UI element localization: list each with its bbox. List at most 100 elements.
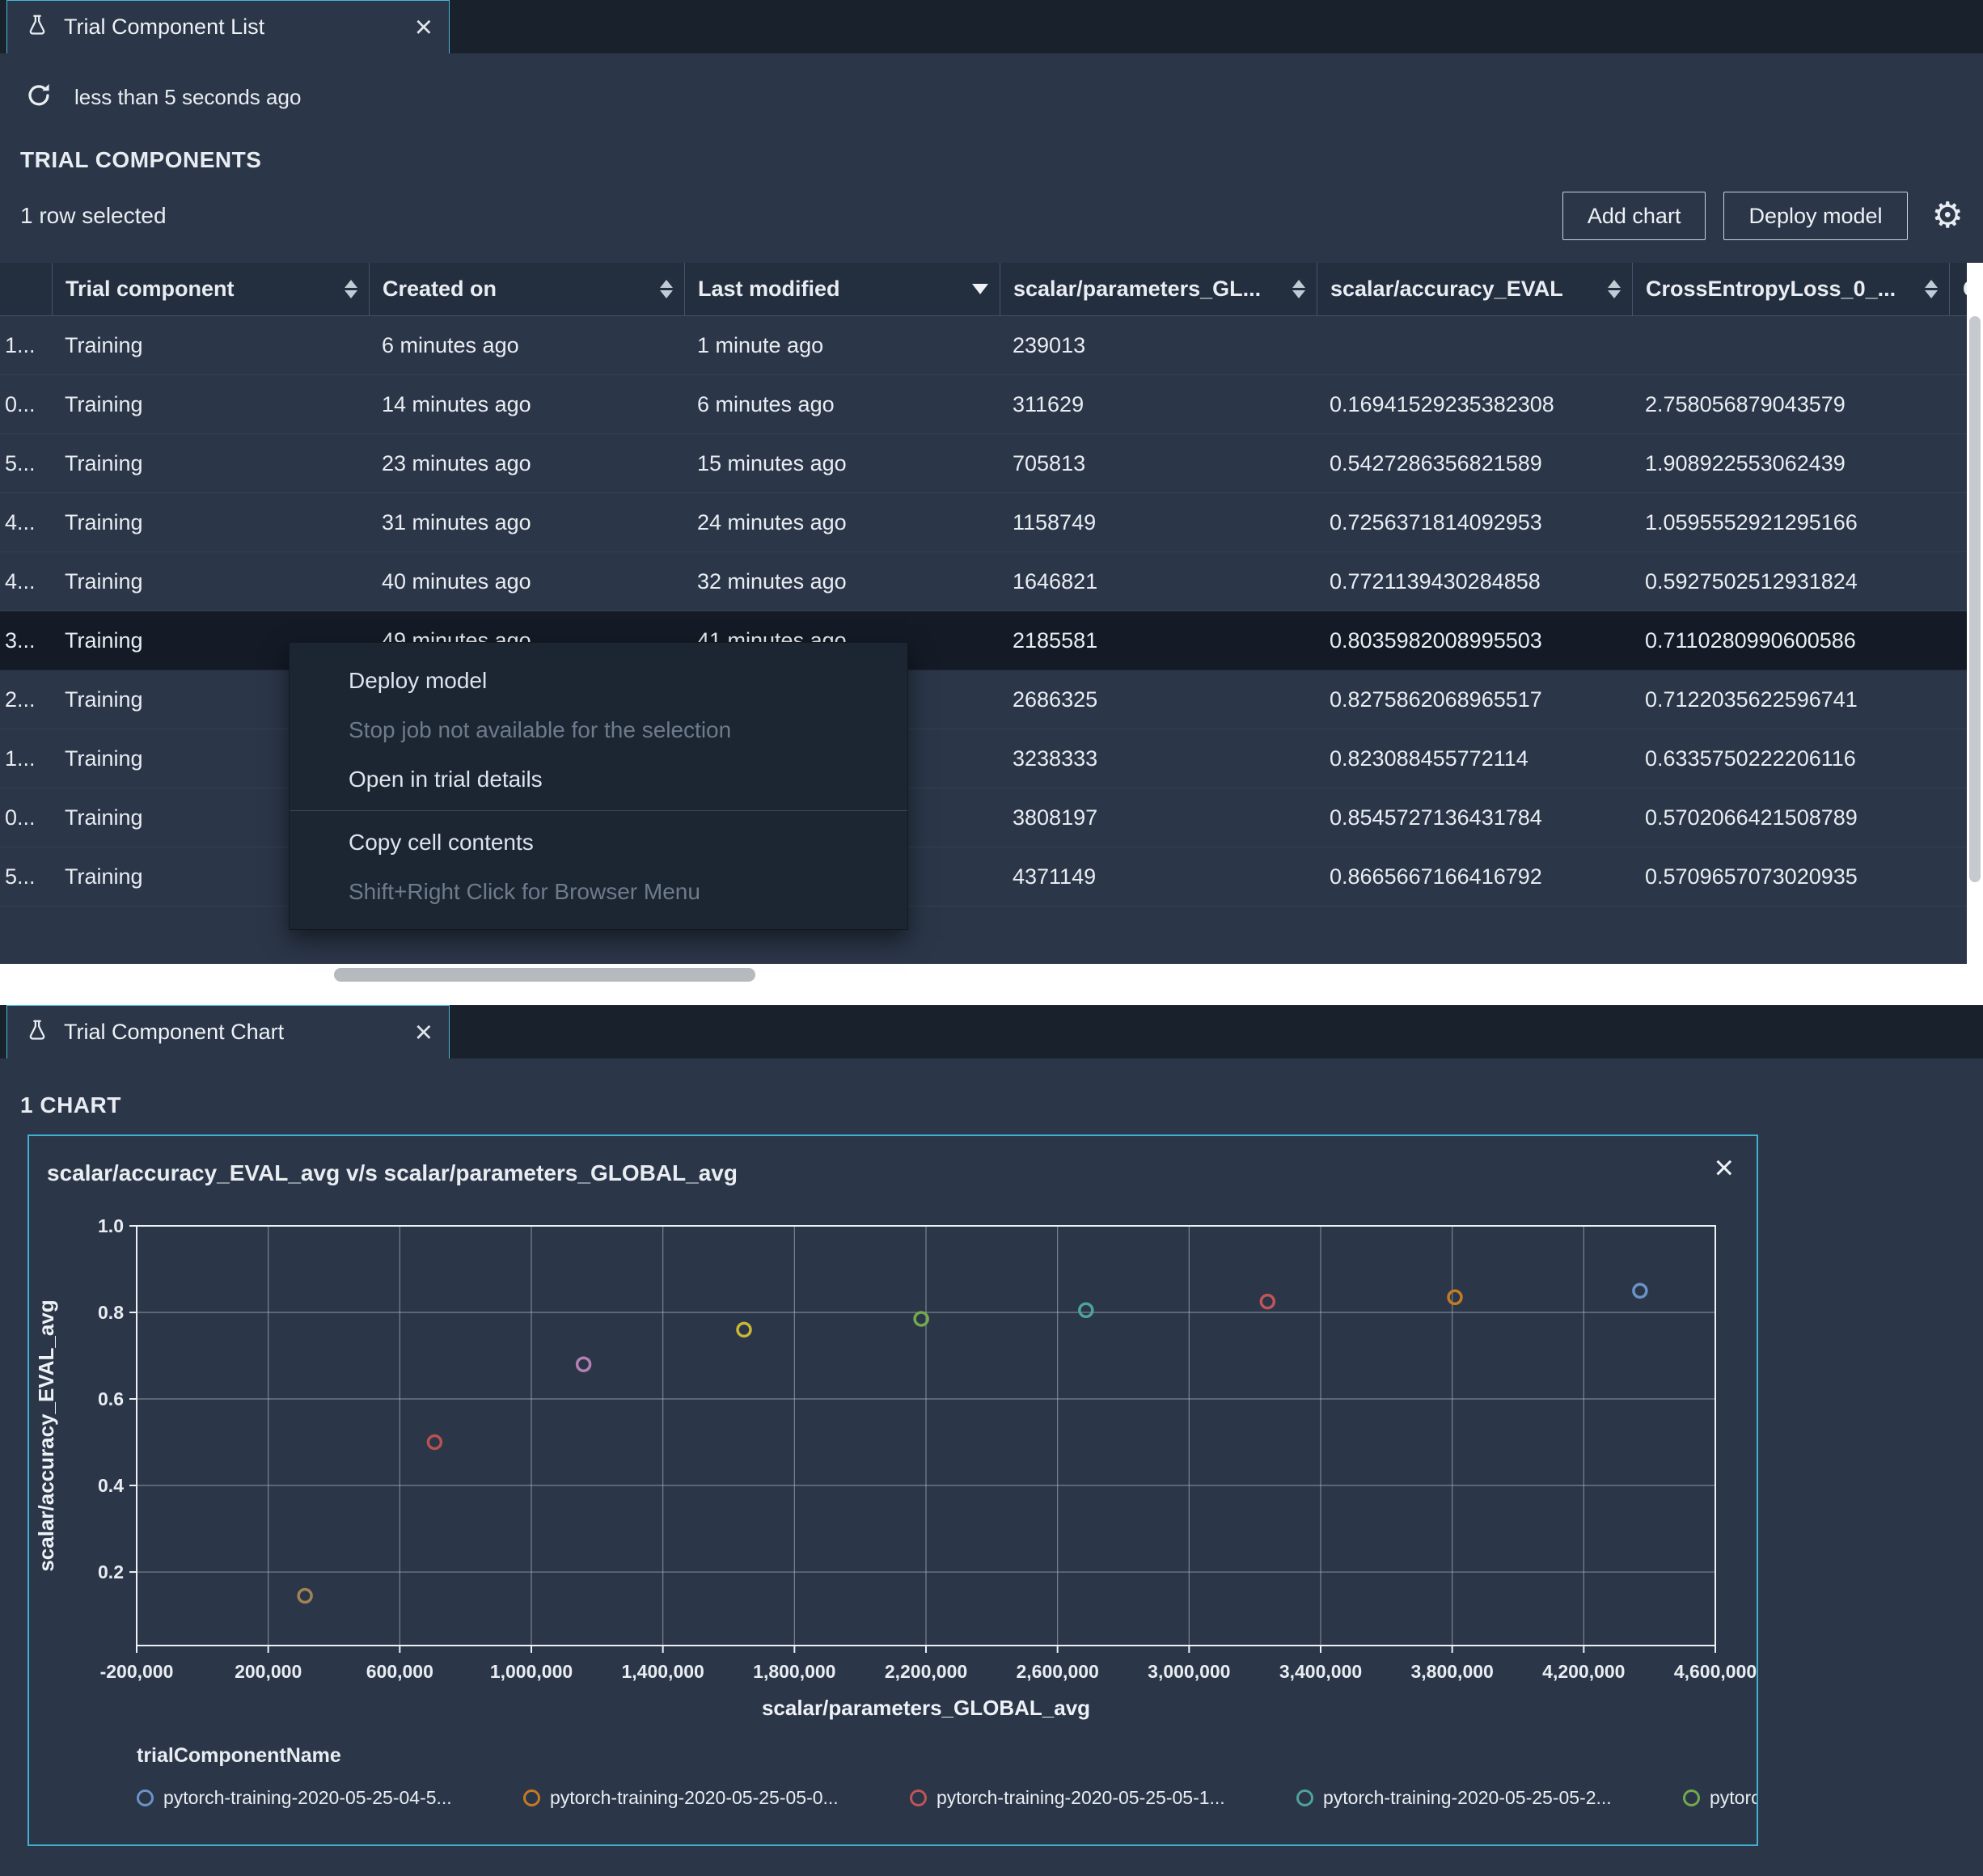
svg-text:4,200,000: 4,200,000 bbox=[1542, 1661, 1625, 1682]
column-header-4[interactable]: scalar/parameters_GL... bbox=[1000, 263, 1317, 315]
cell-extra bbox=[1949, 670, 1967, 729]
column-header-label: CrossEntropyLoss_0_... bbox=[1646, 277, 1896, 301]
legend-item[interactable]: pytorch-training-2020-05-25-... bbox=[1683, 1783, 1757, 1812]
cell-fragment: 5... bbox=[5, 864, 36, 889]
legend-item[interactable]: pytorch-training-2020-05-25-04-5... bbox=[137, 1783, 523, 1812]
cell-parameters: 1158749 bbox=[1013, 509, 1097, 534]
column-header-label: Created on bbox=[383, 277, 497, 301]
column-header-3[interactable]: Last modified bbox=[684, 263, 1000, 315]
svg-text:3,000,000: 3,000,000 bbox=[1148, 1661, 1230, 1682]
cell-last_modified: 1 minute ago bbox=[697, 332, 824, 357]
table-row[interactable]: 0... Training 14 minutes ago 6 minutes ago 3… bbox=[0, 375, 1967, 434]
cell-cross_entropy: 1.0595552921295166 bbox=[1645, 509, 1858, 534]
menu-divider bbox=[290, 810, 907, 811]
legend-item[interactable]: pytorch-training-2020-05-25-05-0... bbox=[523, 1783, 910, 1812]
sort-icon[interactable] bbox=[1925, 280, 1938, 298]
close-icon[interactable]: × bbox=[415, 12, 433, 43]
tab-trial-component-list[interactable]: Trial Component List × bbox=[6, 0, 450, 53]
svg-text:scalar/accuracy_EVAL_avg: scalar/accuracy_EVAL_avg bbox=[34, 1299, 58, 1571]
menu-item: Stop job not available for the selection bbox=[349, 716, 732, 742]
cell-created_on: 31 minutes ago bbox=[382, 509, 531, 534]
cell-extra bbox=[1949, 611, 1967, 670]
horizontal-scrollbar[interactable] bbox=[0, 964, 1983, 1005]
refresh-timestamp: less than 5 seconds ago bbox=[74, 84, 302, 109]
cell-accuracy: 0.8545727136431784 bbox=[1330, 805, 1542, 830]
cell-trial_component: Training bbox=[65, 391, 143, 416]
selection-count: 1 row selected bbox=[20, 203, 167, 228]
settings-gear-icon[interactable]: ⚙ bbox=[1932, 198, 1964, 234]
sort-icon[interactable] bbox=[1608, 280, 1621, 298]
column-header-1[interactable]: Trial component bbox=[52, 263, 369, 315]
column-header-6[interactable]: CrossEntropyLoss_0_... bbox=[1632, 263, 1949, 315]
cell-parameters: 2185581 bbox=[1013, 627, 1098, 653]
cell-extra bbox=[1949, 788, 1967, 847]
tab-title: Trial Component List bbox=[64, 15, 265, 39]
svg-text:0.4: 0.4 bbox=[98, 1475, 124, 1496]
cell-accuracy: 0.7256371814092953 bbox=[1330, 509, 1542, 534]
legend-label: pytorch-training-2020-05-25-04-5... bbox=[163, 1786, 452, 1808]
svg-text:4,600,000: 4,600,000 bbox=[1674, 1661, 1757, 1682]
chart-legend: pytorch-training-2020-05-25-04-5... pytor… bbox=[137, 1783, 1757, 1812]
deploy-model-button[interactable]: Deploy model bbox=[1723, 192, 1908, 240]
sort-icon[interactable] bbox=[1292, 280, 1305, 298]
menu-item[interactable]: Copy cell contents bbox=[290, 818, 907, 867]
sort-icon[interactable] bbox=[345, 280, 357, 298]
legend-ring-icon bbox=[137, 1789, 154, 1806]
cell-cross_entropy: 0.5702066421508789 bbox=[1645, 805, 1858, 830]
svg-text:scalar/parameters_GLOBAL_avg: scalar/parameters_GLOBAL_avg bbox=[762, 1696, 1090, 1720]
horizontal-scrollbar-thumb[interactable] bbox=[334, 968, 755, 982]
cell-parameters: 2686325 bbox=[1013, 687, 1098, 712]
legend-item[interactable]: pytorch-training-2020-05-25-05-1... bbox=[910, 1783, 1296, 1812]
menu-item[interactable]: Deploy model bbox=[290, 656, 907, 705]
table-row[interactable]: 4... Training 31 minutes ago 24 minutes ago… bbox=[0, 493, 1967, 552]
cell-extra bbox=[1949, 729, 1967, 788]
cell-extra bbox=[1949, 847, 1967, 906]
legend-ring-icon bbox=[1683, 1789, 1700, 1806]
vertical-scrollbar[interactable] bbox=[1967, 263, 1983, 964]
sort-icon[interactable] bbox=[660, 280, 673, 298]
cell-fragment: 1... bbox=[5, 746, 36, 771]
section-title: TRIAL COMPONENTS bbox=[20, 147, 262, 172]
cell-created_on: 14 minutes ago bbox=[382, 391, 531, 416]
cell-extra bbox=[1949, 434, 1967, 492]
svg-text:3,800,000: 3,800,000 bbox=[1411, 1661, 1494, 1682]
svg-text:1.0: 1.0 bbox=[98, 1215, 124, 1236]
table-row[interactable]: 1... Training 6 minutes ago 1 minute ago 239… bbox=[0, 316, 1967, 375]
cell-accuracy: 0.8665667166416792 bbox=[1330, 864, 1542, 889]
table-row[interactable]: 5... Training 23 minutes ago 15 minutes ago… bbox=[0, 434, 1967, 493]
flask-icon bbox=[25, 1018, 49, 1046]
svg-text:-200,000: -200,000 bbox=[100, 1661, 174, 1682]
cell-extra bbox=[1949, 552, 1967, 611]
column-header-5[interactable]: scalar/accuracy_EVAL bbox=[1317, 263, 1632, 315]
tab-title: Trial Component Chart bbox=[64, 1020, 285, 1044]
tab-trial-component-chart[interactable]: Trial Component Chart × bbox=[6, 1005, 450, 1058]
legend-ring-icon bbox=[523, 1789, 540, 1806]
table-row[interactable]: 4... Training 40 minutes ago 32 minutes ago… bbox=[0, 552, 1967, 611]
legend-title: trialComponentName bbox=[137, 1744, 341, 1767]
cell-accuracy: 0.7721139430284858 bbox=[1330, 568, 1541, 594]
vertical-scrollbar-thumb[interactable] bbox=[1969, 316, 1981, 882]
legend-item[interactable]: pytorch-training-2020-05-25-05-2... bbox=[1296, 1783, 1683, 1812]
add-chart-button[interactable]: Add chart bbox=[1562, 192, 1706, 240]
cell-extra bbox=[1949, 375, 1967, 433]
close-icon[interactable]: × bbox=[415, 1017, 433, 1048]
svg-text:2,600,000: 2,600,000 bbox=[1017, 1661, 1099, 1682]
column-header-0 bbox=[0, 263, 52, 315]
refresh-icon[interactable] bbox=[24, 81, 53, 114]
legend-ring-icon bbox=[1296, 1789, 1313, 1806]
scatter-point bbox=[1078, 1302, 1094, 1319]
cell-last_modified: 24 minutes ago bbox=[697, 509, 847, 534]
sort-desc-icon[interactable] bbox=[972, 284, 988, 294]
column-header-2[interactable]: Created on bbox=[369, 263, 684, 315]
cell-accuracy: 0.5427286356821589 bbox=[1330, 450, 1542, 475]
column-header-label: Trial component bbox=[66, 277, 235, 301]
cell-accuracy: 0.8035982008995503 bbox=[1330, 627, 1542, 653]
cell-extra bbox=[1949, 493, 1967, 551]
cell-fragment: 3... bbox=[5, 627, 36, 653]
cell-accuracy: 0.823088455772114 bbox=[1330, 746, 1528, 771]
cell-last_modified: 15 minutes ago bbox=[697, 450, 847, 475]
menu-item[interactable]: Open in trial details bbox=[290, 754, 907, 804]
cell-cross_entropy: 1.908922553062439 bbox=[1645, 450, 1846, 475]
legend-label: pytorch-training-2020-05-25-... bbox=[1710, 1786, 1757, 1808]
svg-text:1,400,000: 1,400,000 bbox=[622, 1661, 704, 1682]
